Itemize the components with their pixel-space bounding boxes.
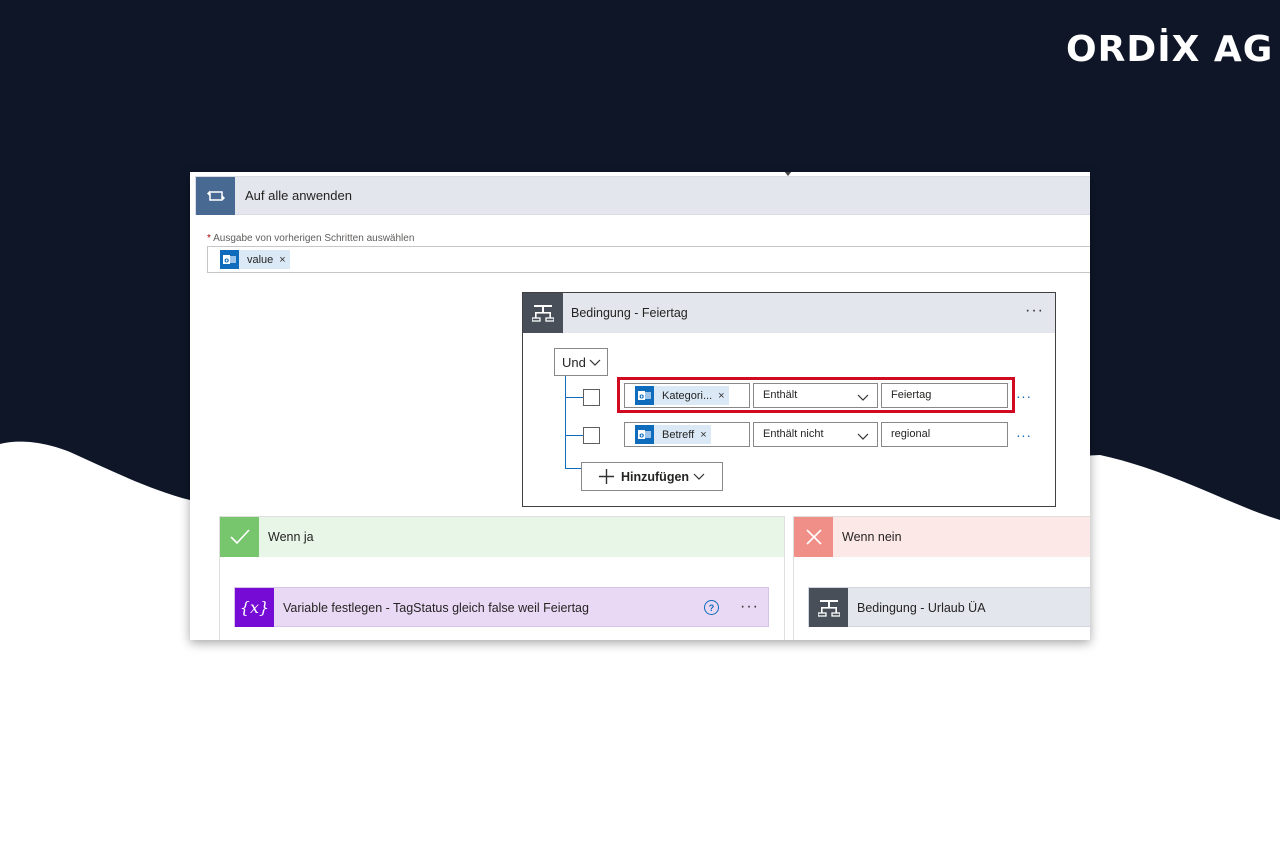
value-token-label: value	[247, 253, 274, 266]
required-marker: *	[207, 233, 211, 244]
apply-to-each-header[interactable]: Auf alle anwenden	[195, 176, 1090, 215]
value-token[interactable]: o value ×	[220, 250, 290, 269]
outlook-icon: o	[635, 425, 654, 444]
tree-branch-line	[565, 435, 583, 436]
if-no-title: Wenn nein	[842, 530, 902, 544]
apply-to-each-title: Auf alle anwenden	[245, 188, 352, 203]
condition-title: Bedingung - Feiertag	[571, 306, 688, 320]
condition-left-operand[interactable]: o Betreff ×	[624, 422, 750, 447]
condition-operator-select[interactable]: Enthält nicht	[753, 422, 878, 447]
operator-value: Enthält nicht	[763, 428, 824, 440]
chevron-down-icon	[857, 433, 869, 440]
row-more-icon[interactable]: ···	[1016, 388, 1032, 404]
group-operator-select[interactable]: Und	[554, 348, 608, 376]
row-checkbox[interactable]	[583, 389, 600, 406]
row-more-icon[interactable]: ···	[1016, 427, 1032, 443]
betreff-token[interactable]: o Betreff ×	[635, 425, 711, 444]
if-no-branch: Wenn nein Bedingung - Urlaub ÜA	[793, 516, 1090, 640]
loop-icon	[196, 177, 235, 215]
condition-more-icon[interactable]: ···	[1025, 303, 1044, 319]
condition-icon	[523, 293, 563, 333]
plus-icon	[599, 469, 614, 484]
checkmark-icon	[220, 517, 259, 557]
chevron-down-icon	[693, 473, 705, 480]
condition-right-operand[interactable]: regional	[881, 422, 1008, 447]
help-icon[interactable]: ?	[704, 600, 719, 615]
close-icon	[794, 517, 833, 557]
condition-feiertag-card: Bedingung - Feiertag ··· Und o Kategori.…	[522, 292, 1056, 507]
if-yes-branch: Wenn ja {x} Variable festlegen - TagStat…	[219, 516, 785, 640]
group-operator-value: Und	[562, 354, 586, 370]
previous-output-input[interactable]: o value ×	[207, 246, 1090, 273]
set-variable-title: Variable festlegen - TagStatus gleich fa…	[283, 601, 589, 615]
remove-token-icon[interactable]: ×	[700, 429, 710, 441]
condition-icon	[809, 588, 848, 627]
ordix-logo: ORDİX AG	[1066, 29, 1274, 70]
tree-branch-line	[565, 397, 583, 398]
flow-designer-screenshot: Auf alle anwenden * Ausgabe von vorherig…	[190, 172, 1090, 640]
condition-urlaub-action[interactable]: Bedingung - Urlaub ÜA	[808, 587, 1090, 627]
chevron-down-icon	[589, 359, 601, 366]
previous-output-label: * Ausgabe von vorherigen Schritten auswä…	[207, 233, 414, 244]
operand-value: regional	[891, 428, 931, 440]
if-yes-title: Wenn ja	[268, 530, 314, 544]
condition-urlaub-title: Bedingung - Urlaub ÜA	[857, 601, 986, 615]
tree-line	[565, 376, 566, 468]
row-checkbox[interactable]	[583, 427, 600, 444]
add-button-label: Hinzufügen	[621, 470, 690, 484]
add-button[interactable]: Hinzufügen	[581, 462, 723, 491]
condition-header[interactable]: Bedingung - Feiertag ···	[523, 293, 1055, 333]
remove-token-icon[interactable]: ×	[279, 254, 289, 266]
set-variable-action[interactable]: {x} Variable festlegen - TagStatus gleic…	[234, 587, 769, 627]
if-no-header[interactable]: Wenn nein	[794, 517, 1090, 557]
highlight-box	[617, 377, 1015, 413]
previous-output-label-text: Ausgabe von vorherigen Schritten auswähl…	[213, 233, 415, 244]
if-yes-header[interactable]: Wenn ja	[220, 517, 784, 557]
outlook-icon: o	[220, 250, 239, 269]
token-label: Betreff	[662, 428, 695, 441]
svg-text:o: o	[224, 257, 229, 265]
svg-text:o: o	[639, 432, 644, 440]
variable-icon: {x}	[235, 588, 274, 627]
action-more-icon[interactable]: ···	[740, 599, 759, 615]
